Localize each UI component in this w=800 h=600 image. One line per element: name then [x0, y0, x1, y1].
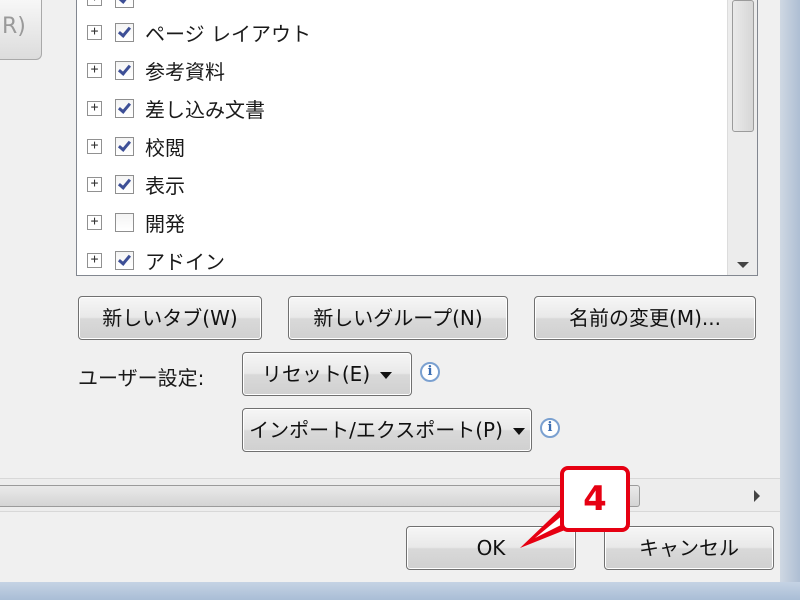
- dropdown-arrow-icon: [380, 372, 393, 379]
- horizontal-scroll-thumb[interactable]: [0, 485, 640, 507]
- tree-row-references[interactable]: + 参考資料: [77, 52, 717, 88]
- import-export-button-label: インポート/エクスポート(P): [249, 418, 503, 442]
- expand-icon[interactable]: +: [87, 62, 102, 78]
- left-partial-button-label: R): [2, 14, 26, 39]
- checkbox[interactable]: [115, 0, 134, 8]
- new-tab-button[interactable]: 新しいタブ(W): [78, 296, 262, 340]
- horizontal-scrollbar[interactable]: [0, 478, 780, 512]
- dropdown-arrow-icon: [512, 428, 525, 435]
- customization-label: ユーザー設定:: [78, 366, 205, 390]
- cancel-button[interactable]: キャンセル: [604, 526, 774, 570]
- checkbox[interactable]: [115, 98, 134, 118]
- scroll-down-arrow-icon[interactable]: [737, 262, 749, 268]
- reset-button-label: リセット(E): [261, 362, 371, 386]
- tree-row-page-layout[interactable]: + ページ レイアウト: [77, 14, 717, 50]
- tree-row-label: 開発: [145, 211, 185, 236]
- expand-icon[interactable]: +: [87, 252, 102, 268]
- import-export-dropdown-button[interactable]: インポート/エクスポート(P): [242, 408, 532, 452]
- tree-row-label: アドイン: [145, 249, 225, 274]
- checkbox[interactable]: [115, 250, 134, 270]
- vertical-scrollbar[interactable]: [727, 0, 757, 275]
- new-tab-button-label: 新しいタブ(W): [102, 306, 238, 330]
- tree-row-label: 校閲: [145, 135, 185, 160]
- checkbox[interactable]: [115, 174, 134, 194]
- checkbox[interactable]: [115, 212, 134, 232]
- step-callout-badge: 4: [560, 466, 630, 532]
- ok-button[interactable]: OK: [406, 526, 576, 570]
- expand-icon[interactable]: +: [87, 214, 102, 230]
- left-partial-button[interactable]: R): [0, 0, 42, 60]
- tree-row-label: 表示: [145, 173, 185, 198]
- expand-icon[interactable]: +: [87, 176, 102, 192]
- checkbox[interactable]: [115, 60, 134, 80]
- tree-row-review[interactable]: + 校閲: [77, 128, 717, 164]
- tree-row-label: 参考資料: [145, 59, 225, 84]
- scroll-right-arrow-icon[interactable]: [754, 490, 760, 502]
- expand-icon[interactable]: +: [87, 100, 102, 116]
- checkbox[interactable]: [115, 136, 134, 156]
- tree-row-addins[interactable]: + アドイン: [77, 242, 717, 275]
- window-frame-bottom: [0, 582, 800, 600]
- reset-dropdown-button[interactable]: リセット(E): [242, 352, 412, 396]
- tree-row-label: ページ レイアウト: [145, 21, 311, 46]
- new-group-button-label: 新しいグループ(N): [313, 306, 483, 330]
- ribbon-tabs-tree[interactable]: + + ページ レイアウト + 参考資料 + 差し込み文書 + 校閲 + 表示 …: [76, 0, 758, 276]
- ok-button-label: OK: [476, 536, 506, 560]
- step-callout-number: 4: [583, 479, 607, 519]
- expand-icon[interactable]: +: [87, 24, 102, 40]
- expand-icon[interactable]: +: [87, 138, 102, 154]
- tree-row-view[interactable]: + 表示: [77, 166, 717, 202]
- tree-row-label: 差し込み文書: [145, 97, 265, 122]
- rename-button[interactable]: 名前の変更(M)...: [534, 296, 756, 340]
- new-group-button[interactable]: 新しいグループ(N): [288, 296, 508, 340]
- expand-icon[interactable]: +: [87, 0, 102, 6]
- rename-button-label: 名前の変更(M)...: [569, 306, 721, 330]
- vertical-scroll-thumb[interactable]: [732, 0, 754, 132]
- tree-row-mailings[interactable]: + 差し込み文書: [77, 90, 717, 126]
- cancel-button-label: キャンセル: [639, 536, 739, 560]
- checkbox[interactable]: [115, 22, 134, 42]
- tree-row-developer[interactable]: + 開発: [77, 204, 717, 240]
- info-icon[interactable]: i: [540, 418, 560, 438]
- window-frame-right: [780, 0, 800, 600]
- info-icon[interactable]: i: [420, 362, 440, 382]
